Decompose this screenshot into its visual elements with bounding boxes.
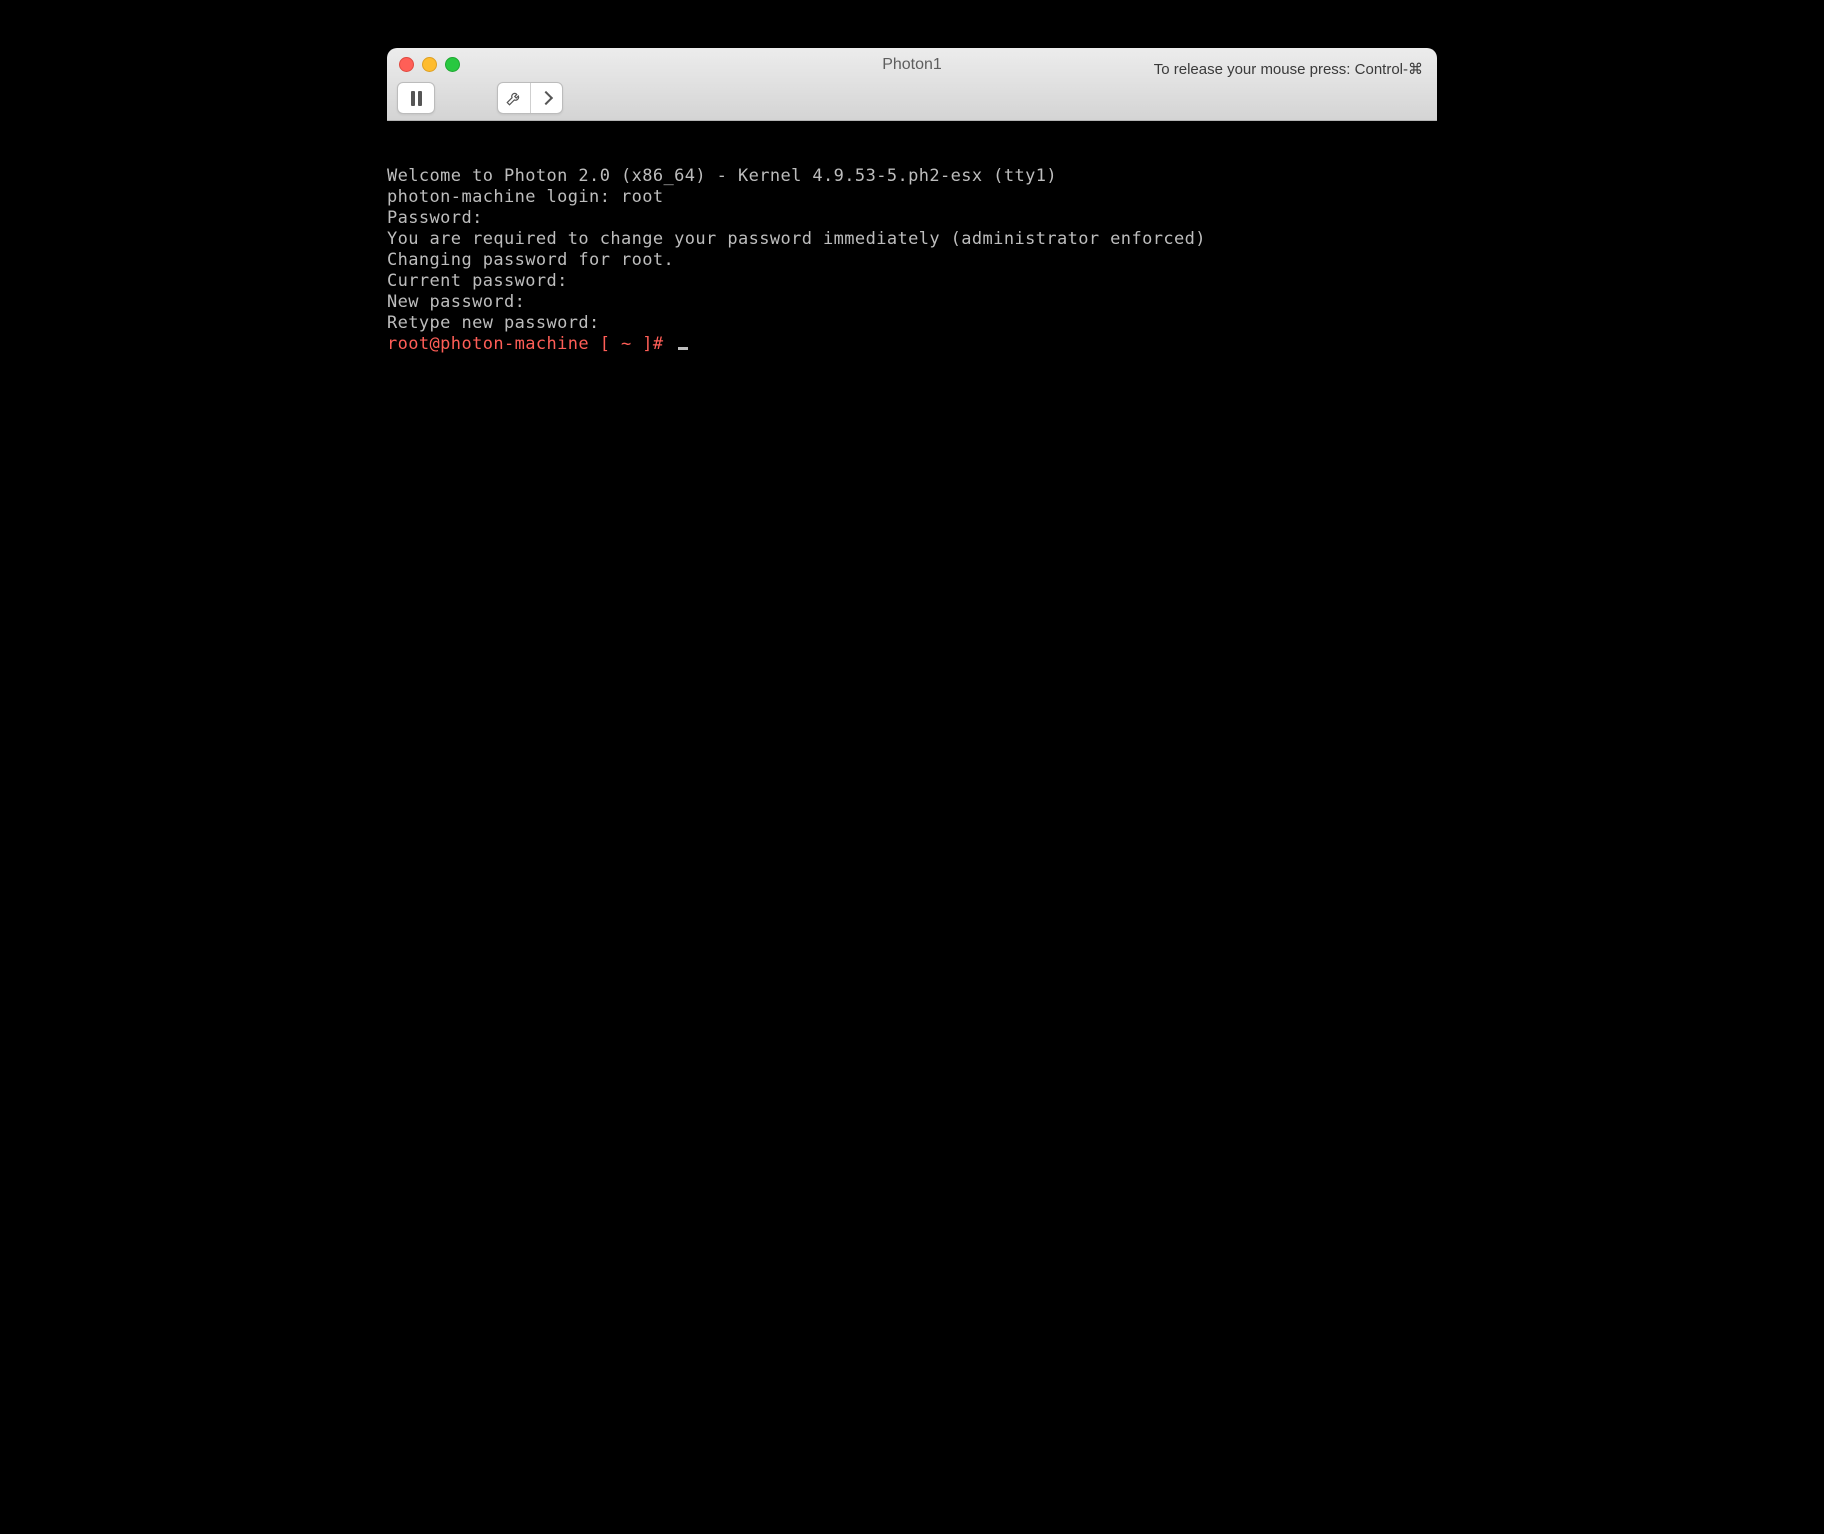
terminal-line: photon-machine login: root xyxy=(387,187,664,207)
fullscreen-window-button[interactable] xyxy=(445,57,460,72)
terminal[interactable]: Welcome to Photon 2.0 (x86_64) - Kernel … xyxy=(387,121,1437,953)
terminal-line: Retype new password: xyxy=(387,313,600,333)
wrench-icon xyxy=(505,89,523,107)
settings-split-button[interactable] xyxy=(497,82,563,114)
cursor xyxy=(678,347,688,350)
terminal-line: Current password: xyxy=(387,271,568,291)
mouse-release-hint: To release your mouse press: Control-⌘ xyxy=(1154,60,1423,78)
chevron-right-icon xyxy=(539,91,553,105)
shell-prompt: root@photon-machine [ ~ ]# xyxy=(387,334,674,354)
next-button[interactable] xyxy=(530,83,563,113)
terminal-line: Welcome to Photon 2.0 (x86_64) - Kernel … xyxy=(387,166,1057,186)
vm-window: Photon1 To release your mouse press: Con… xyxy=(387,48,1437,953)
terminal-line: New password: xyxy=(387,292,525,312)
terminal-line: You are required to change your password… xyxy=(387,229,1206,249)
pause-button[interactable] xyxy=(397,82,435,114)
close-window-button[interactable] xyxy=(399,57,414,72)
pause-icon xyxy=(411,91,422,106)
terminal-prompt-line: root@photon-machine [ ~ ]# xyxy=(387,334,688,354)
traffic-lights xyxy=(399,57,460,72)
terminal-line: Changing password for root. xyxy=(387,250,674,270)
titlebar: Photon1 To release your mouse press: Con… xyxy=(387,48,1437,121)
minimize-window-button[interactable] xyxy=(422,57,437,72)
toolbar xyxy=(397,82,563,114)
settings-button[interactable] xyxy=(498,83,530,113)
terminal-line: Password: xyxy=(387,208,483,228)
